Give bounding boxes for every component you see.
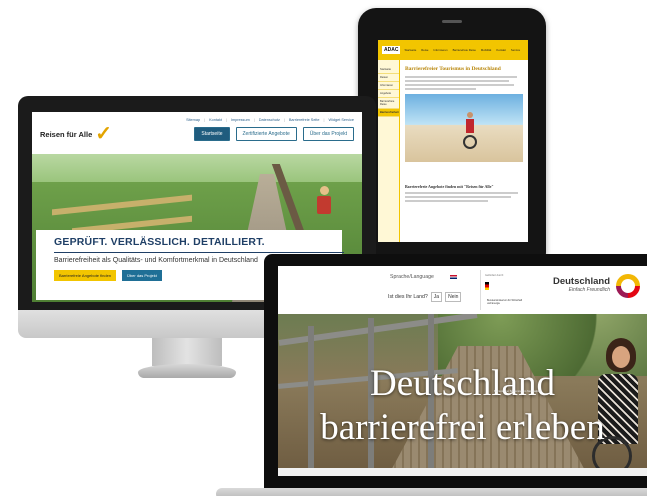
about-project-button[interactable]: Über das Projekt (122, 270, 162, 281)
photo-caption: Barrierefreier Bohlensteg im Nationalpar… (494, 390, 542, 393)
country-check: Ist dies Ihr Land? Ja Nein (388, 292, 462, 302)
desktop-header: Reisen für Alle ✓ Startseite Zertifizier… (32, 122, 362, 145)
tablet-sidebar-item[interactable]: Barrierefreie Reise (378, 98, 399, 109)
util-link-sitemap[interactable]: Sitemap (186, 118, 200, 122)
tablet-nav: Startseite Reise Informieren Barrierefre… (404, 48, 520, 52)
nav-about-project-button[interactable]: Über das Projekt (302, 127, 354, 141)
tablet-sidebar-item-active[interactable]: Barrierefreiheit (378, 109, 399, 117)
tablet-device: ADAC Startseite Reise Informieren Barrie… (358, 8, 546, 270)
tablet-page-title: Barrierefreier Tourismus in Deutschland (405, 66, 501, 72)
device-mockup-composite: ADAC Startseite Reise Informieren Barrie… (0, 0, 647, 496)
hero-person (312, 186, 336, 226)
country-question: Ist dies Ihr Land? (388, 294, 428, 300)
tablet-text-lines-2 (405, 192, 523, 202)
tablet-logo[interactable]: ADAC (382, 46, 401, 54)
tablet-header: ADAC Startseite Reise Informieren Barrie… (378, 40, 528, 60)
tablet-main: Barrierefreier Tourismus in Deutschland … (400, 60, 528, 242)
checkmark-logo-icon: ✓ (95, 123, 113, 145)
tablet-screen: ADAC Startseite Reise Informieren Barrie… (378, 40, 528, 242)
tablet-sidebar-item[interactable]: Angebote (378, 90, 399, 98)
reisen-fuer-alle-logo[interactable]: Reisen für Alle ✓ (40, 123, 113, 145)
tablet-body: Startseite Reisen Informieren Angebote B… (378, 60, 528, 242)
sponsor-caption: Gefördert durch: (485, 274, 504, 277)
hero-headline: GEPRÜFT. VERLÄSSLICH. DETAILLIERT. (54, 236, 265, 248)
util-link-datenschutz[interactable]: Datenschutz (259, 118, 280, 122)
tablet-sidebar-item[interactable]: Informieren (378, 82, 399, 90)
util-link-kontakt[interactable]: Kontakt (209, 118, 222, 122)
tablet-nav-item[interactable]: Reise (421, 48, 428, 52)
hero-title: Deutschland barrierefrei erleben (278, 362, 647, 450)
util-link-widget[interactable]: Widget Service (328, 118, 354, 122)
monitor-foot (138, 364, 236, 378)
utility-links: Sitemap | Kontakt | Impressum | Datenschutz… (186, 118, 354, 122)
hero-divider (54, 252, 344, 253)
laptop-screen: Sprache/Language Ist dies Ihr Land? Ja N… (278, 266, 647, 476)
brand-tagline: Einfach Freundlich (568, 287, 610, 293)
federal-eagle-icon (485, 282, 489, 290)
tablet-text-lines (405, 76, 523, 90)
nav-certified-offers-button[interactable]: Zertifizierte Angebote (235, 127, 297, 141)
hero-title-line-1: Deutschland (370, 363, 555, 404)
hero-title-line-2: barrierefrei erleben (320, 407, 605, 448)
yes-button[interactable]: Ja (430, 292, 443, 302)
laptop-device: Sprache/Language Ist dies Ihr Land? Ja N… (216, 254, 647, 496)
logo-text: Reisen für Alle (40, 129, 93, 139)
find-offers-button[interactable]: Barrierefreie Angebote finden (54, 270, 117, 281)
tablet-nav-item[interactable]: Kontakt (496, 48, 506, 52)
tablet-sidebar: Startseite Reisen Informieren Angebote B… (378, 60, 400, 242)
tablet-nav-item[interactable]: Barrierefreie Reise (453, 48, 476, 52)
util-link-impressum[interactable]: Impressum (231, 118, 250, 122)
tablet-nav-item[interactable]: Informieren (433, 48, 447, 52)
language-selector[interactable]: Sprache/Language (390, 274, 434, 280)
monitor-neck (152, 338, 222, 366)
sponsor-block: Gefördert durch: Bundesministerium für W… (480, 270, 532, 310)
tablet-nav-item[interactable]: Mobilität (481, 48, 491, 52)
deutschland-brand[interactable]: Deutschland Einfach Freundlich (540, 276, 610, 293)
tablet-sidebar-item[interactable]: Startseite (378, 66, 399, 74)
no-button[interactable]: Nein (445, 292, 462, 302)
hero-sky (32, 154, 362, 184)
brand-name: Deutschland (552, 276, 610, 287)
nav-startseite-button[interactable]: Startseite (194, 127, 230, 141)
tablet-section-heading: Barrierefreie Angebote finden mit "Reise… (405, 184, 494, 189)
wheelchair-user-figure (463, 112, 477, 156)
laptop-bottom-bar (278, 468, 647, 476)
laptop-header: Sprache/Language Ist dies Ihr Land? Ja N… (278, 266, 647, 314)
tablet-nav-item[interactable]: Startseite (404, 48, 416, 52)
sponsor-ministry: Bundesministerium für Wirtschaft und Ene… (487, 299, 523, 305)
tablet-nav-item[interactable]: Service (511, 48, 520, 52)
uk-flag-icon[interactable] (450, 275, 457, 279)
util-link-barrierefrei[interactable]: Barrierefreie Seite (289, 118, 320, 122)
germany-swirl-logo-icon (616, 274, 640, 298)
tablet-speaker (442, 20, 462, 23)
tablet-beach-photo (405, 94, 523, 162)
main-nav: Startseite Zertifizierte Angebote Über d… (194, 127, 354, 141)
laptop-base (216, 488, 647, 496)
tablet-sidebar-item[interactable]: Reisen (378, 74, 399, 82)
